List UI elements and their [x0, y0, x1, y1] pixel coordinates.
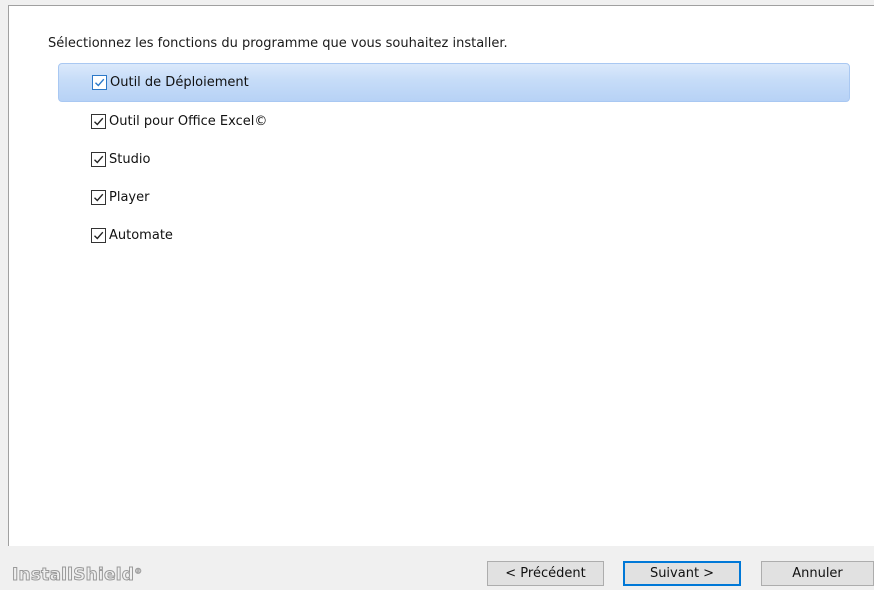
feature-item-studio[interactable]: Studio: [58, 140, 850, 178]
feature-item-player[interactable]: Player: [58, 178, 850, 216]
next-button[interactable]: Suivant >: [623, 561, 741, 586]
back-button[interactable]: < Précédent: [487, 561, 604, 586]
feature-label: Studio: [109, 151, 151, 167]
feature-item-automate[interactable]: Automate: [58, 216, 850, 254]
installshield-wordmark: InstallShield: [11, 565, 135, 586]
feature-selection-panel: Sélectionnez les fonctions du programme …: [8, 5, 874, 546]
feature-label: Outil de Déploiement: [110, 75, 249, 90]
cancel-button[interactable]: Annuler: [761, 561, 874, 586]
feature-label: Player: [109, 189, 150, 205]
checkbox-checked-icon[interactable]: [92, 75, 107, 90]
trademark-symbol: ®: [134, 566, 143, 576]
checkbox-checked-icon[interactable]: [91, 227, 106, 243]
feature-item-outil-de-deploiement[interactable]: Outil de Déploiement: [58, 63, 850, 102]
feature-item-outil-pour-office-excel[interactable]: Outil pour Office Excel©: [58, 102, 850, 140]
setup-dialog: Sélectionnez les fonctions du programme …: [0, 0, 874, 590]
checkbox-checked-icon[interactable]: [91, 113, 106, 129]
feature-label: Automate: [109, 227, 173, 243]
instruction-text: Sélectionnez les fonctions du programme …: [48, 36, 508, 51]
checkbox-checked-icon[interactable]: [91, 189, 106, 205]
checkbox-checked-icon[interactable]: [91, 151, 106, 167]
feature-label: Outil pour Office Excel©: [109, 113, 268, 129]
feature-list: Outil de Déploiement Outil pour Office E…: [58, 63, 850, 254]
installshield-logo: InstallShield®: [11, 565, 143, 586]
